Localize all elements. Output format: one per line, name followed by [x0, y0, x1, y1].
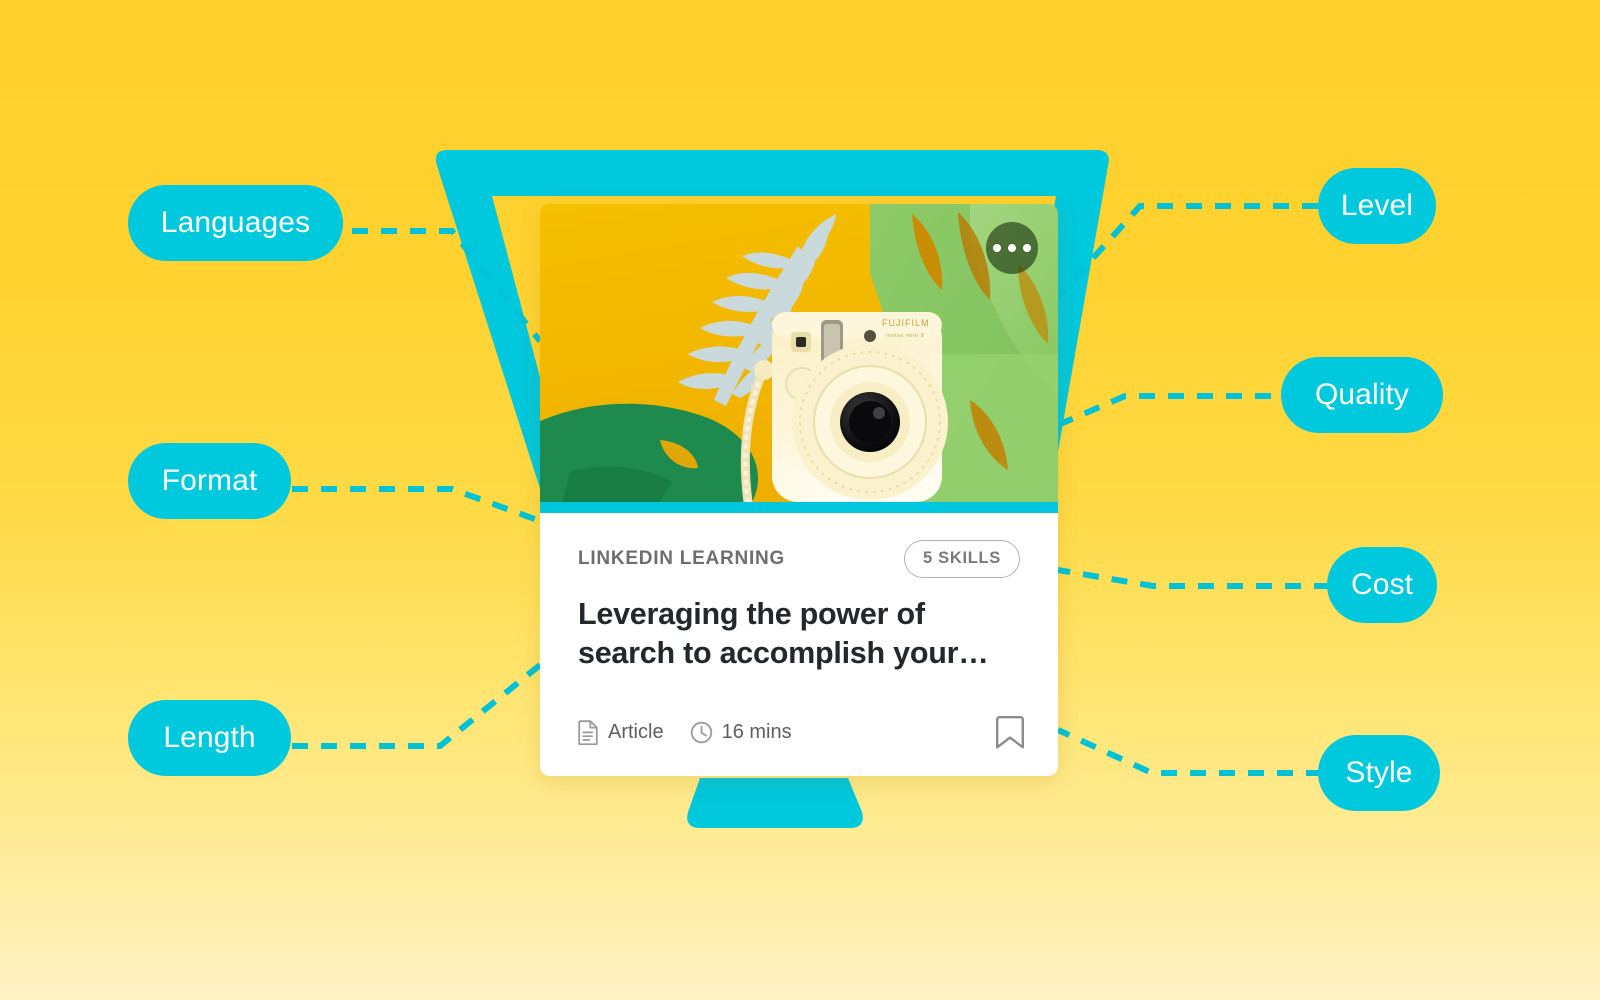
- card-media: FUJIFILM instax mini 8: [540, 204, 1058, 502]
- annotation-pill-label: Level: [1340, 189, 1414, 222]
- bookmark-button[interactable]: [995, 715, 1025, 750]
- connector-length: [292, 662, 542, 749]
- annotation-pill-style[interactable]: Style: [1318, 735, 1440, 811]
- card-format-label: Article: [608, 721, 664, 743]
- annotation-pill-label: Languages: [160, 206, 311, 239]
- card-overflow-menu-button[interactable]: [986, 222, 1038, 274]
- overflow-dot: [993, 244, 1001, 252]
- card-duration-label: 16 mins: [721, 721, 792, 743]
- connector-style: [1056, 727, 1322, 776]
- annotation-pill-languages[interactable]: Languages: [128, 185, 343, 261]
- annotation-pill-label: Cost: [1350, 568, 1414, 601]
- annotation-pill-label: Length: [163, 721, 256, 754]
- annotation-pill-length[interactable]: Length: [128, 700, 291, 776]
- annotation-pill-label: Quality: [1314, 378, 1410, 411]
- skills-badge[interactable]: 5 SKILLS: [903, 540, 1020, 578]
- annotation-pill-format[interactable]: Format: [128, 443, 291, 519]
- bookmark-icon: [996, 716, 1024, 749]
- card-title: Leveraging the power of search to accomp…: [578, 597, 989, 671]
- card-thumbnail-image: FUJIFILM instax mini 8: [540, 204, 1058, 502]
- card-provider-label: LINKEDIN LEARNING: [578, 548, 785, 569]
- infographic-canvas: FUJIFILM instax mini 8 LINKEDIN LEARNING…: [0, 0, 1600, 1000]
- card-body: LINKEDIN LEARNING 5 SKILLS Leveraging th…: [540, 513, 1058, 674]
- svg-text:FUJIFILM: FUJIFILM: [882, 318, 930, 328]
- svg-text:instax mini 8: instax mini 8: [886, 333, 924, 339]
- annotation-pill-cost[interactable]: Cost: [1327, 547, 1437, 623]
- card-format-meta: Article: [578, 720, 664, 745]
- monitor-stand: [687, 778, 863, 828]
- annotation-pill-label: Style: [1345, 756, 1413, 789]
- connector-level: [1055, 203, 1318, 300]
- connector-cost: [1057, 567, 1330, 589]
- card-duration-meta: 16 mins: [690, 721, 792, 744]
- overflow-dot: [1008, 244, 1016, 252]
- card-accent-divider: [540, 502, 1058, 513]
- connector-format: [292, 486, 542, 524]
- annotation-pill-label: Format: [161, 464, 258, 497]
- clock-icon: [690, 721, 712, 744]
- annotation-pill-quality[interactable]: Quality: [1281, 357, 1443, 433]
- connector-languages: [352, 228, 543, 343]
- document-icon: [578, 720, 598, 745]
- card-header-row: LINKEDIN LEARNING 5 SKILLS: [578, 540, 1020, 578]
- overflow-dot: [1023, 244, 1031, 252]
- card-footer: Article 16 mins: [578, 715, 1025, 750]
- course-card[interactable]: FUJIFILM instax mini 8 LINKEDIN LEARNING…: [540, 204, 1058, 776]
- annotation-pill-level[interactable]: Level: [1318, 168, 1436, 244]
- connector-quality: [1056, 393, 1300, 428]
